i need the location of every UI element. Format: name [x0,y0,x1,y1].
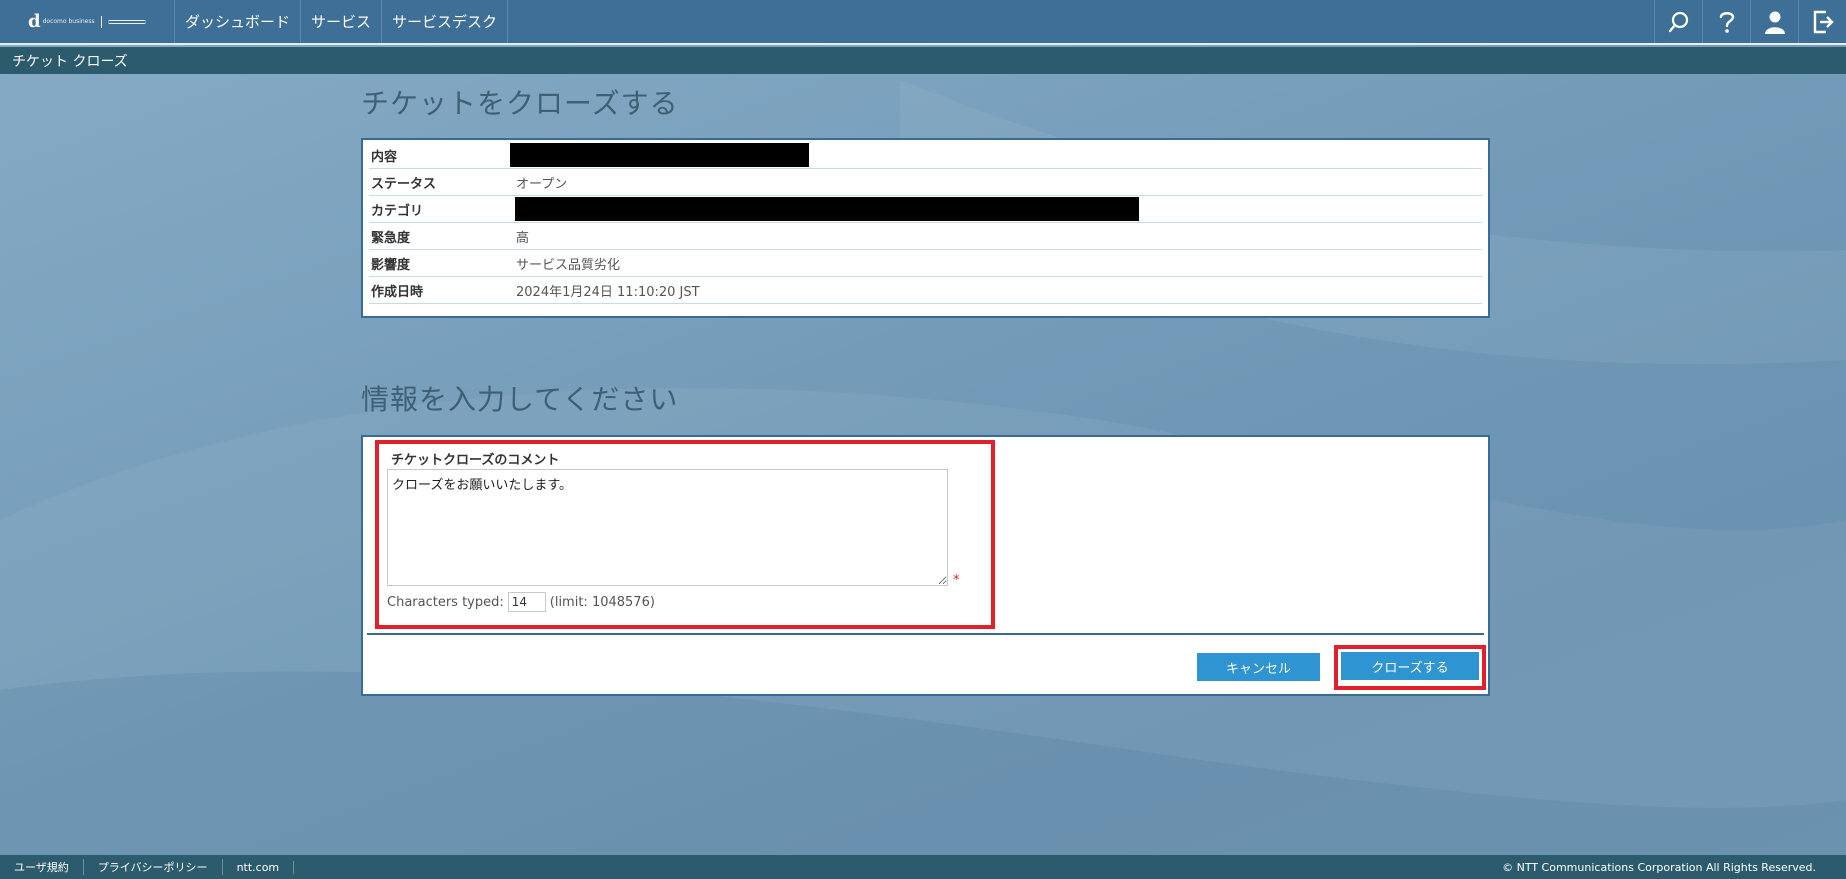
logout-icon[interactable] [1798,0,1846,43]
footer-terms-link[interactable]: ユーザ規約 [0,859,84,875]
redacted-category [515,197,1139,221]
status-value: オープン [516,176,568,192]
docomo-business-logo[interactable]: d docomo business [0,0,175,43]
nav-services[interactable]: サービス [301,0,383,43]
created-date-value: 2024年1月24日 11:10:20 JST [516,284,700,300]
user-icon[interactable] [1750,0,1798,43]
footer-ntt-link[interactable]: ntt.com [223,860,295,874]
info-label: ステータス [371,176,437,192]
ticket-info-panel: 内容 ステータス オープン カテゴリ 緊急度 高 影響度 サービス品質劣化 作成… [361,138,1490,318]
character-counter: Characters typed: (limit: 1048576) [387,592,655,612]
info-label: 作成日時 [371,284,424,300]
info-row-status: ステータス オープン [369,169,1482,196]
section-title: 情報を入力してください [361,383,679,416]
top-navigation-bar: d docomo business ダッシュボード サービス サービスデスク [0,0,1846,45]
logo-mark: d [28,11,41,32]
cancel-button[interactable]: キャンセル [1197,653,1320,681]
help-icon[interactable] [1702,0,1750,43]
info-row-content: 内容 [369,142,1482,169]
info-label: 影響度 [371,257,411,273]
page-title: チケットをクローズする [361,87,679,120]
nav-dashboard[interactable]: ダッシュボード [175,0,302,43]
required-mark: * [953,573,960,588]
redacted-content [510,143,809,167]
copyright-text: © NTT Communications Corporation All Rig… [1502,860,1816,874]
breadcrumb: チケット クローズ [0,47,1846,74]
chars-typed-field [507,592,546,612]
nav-service-desk[interactable]: サービスデスク [382,0,509,43]
info-row-category: カテゴリ [369,196,1482,223]
urgency-value: 高 [516,230,530,246]
info-row-impact: 影響度 サービス品質劣化 [369,250,1482,277]
footer-privacy-link[interactable]: プライバシーポリシー [84,859,223,875]
info-row-created: 作成日時 2024年1月24日 11:10:20 JST [369,277,1482,304]
search-icon[interactable] [1654,0,1702,43]
chars-typed-label: Characters typed: [387,594,504,610]
logo-subtext: docomo business [42,17,95,25]
footer: ユーザ規約 プライバシーポリシー ntt.com © NTT Communica… [0,855,1846,879]
comment-textarea[interactable] [387,469,948,586]
logo-divider [100,15,102,28]
comment-label: チケットクローズのコメント [391,453,560,468]
info-row-urgency: 緊急度 高 [369,223,1482,250]
form-divider [367,633,1484,635]
close-ticket-button[interactable]: クローズする [1341,652,1479,680]
nav-icon-group [1654,0,1846,43]
chars-limit-text: (limit: 1048576) [549,594,655,610]
ntt-logo [107,19,146,24]
info-label: 緊急度 [371,230,411,246]
info-label: カテゴリ [371,203,424,219]
impact-value: サービス品質劣化 [516,257,621,273]
close-comment-form: チケットクローズのコメント * Characters typed: (limit… [361,435,1490,696]
info-label: 内容 [371,149,398,165]
